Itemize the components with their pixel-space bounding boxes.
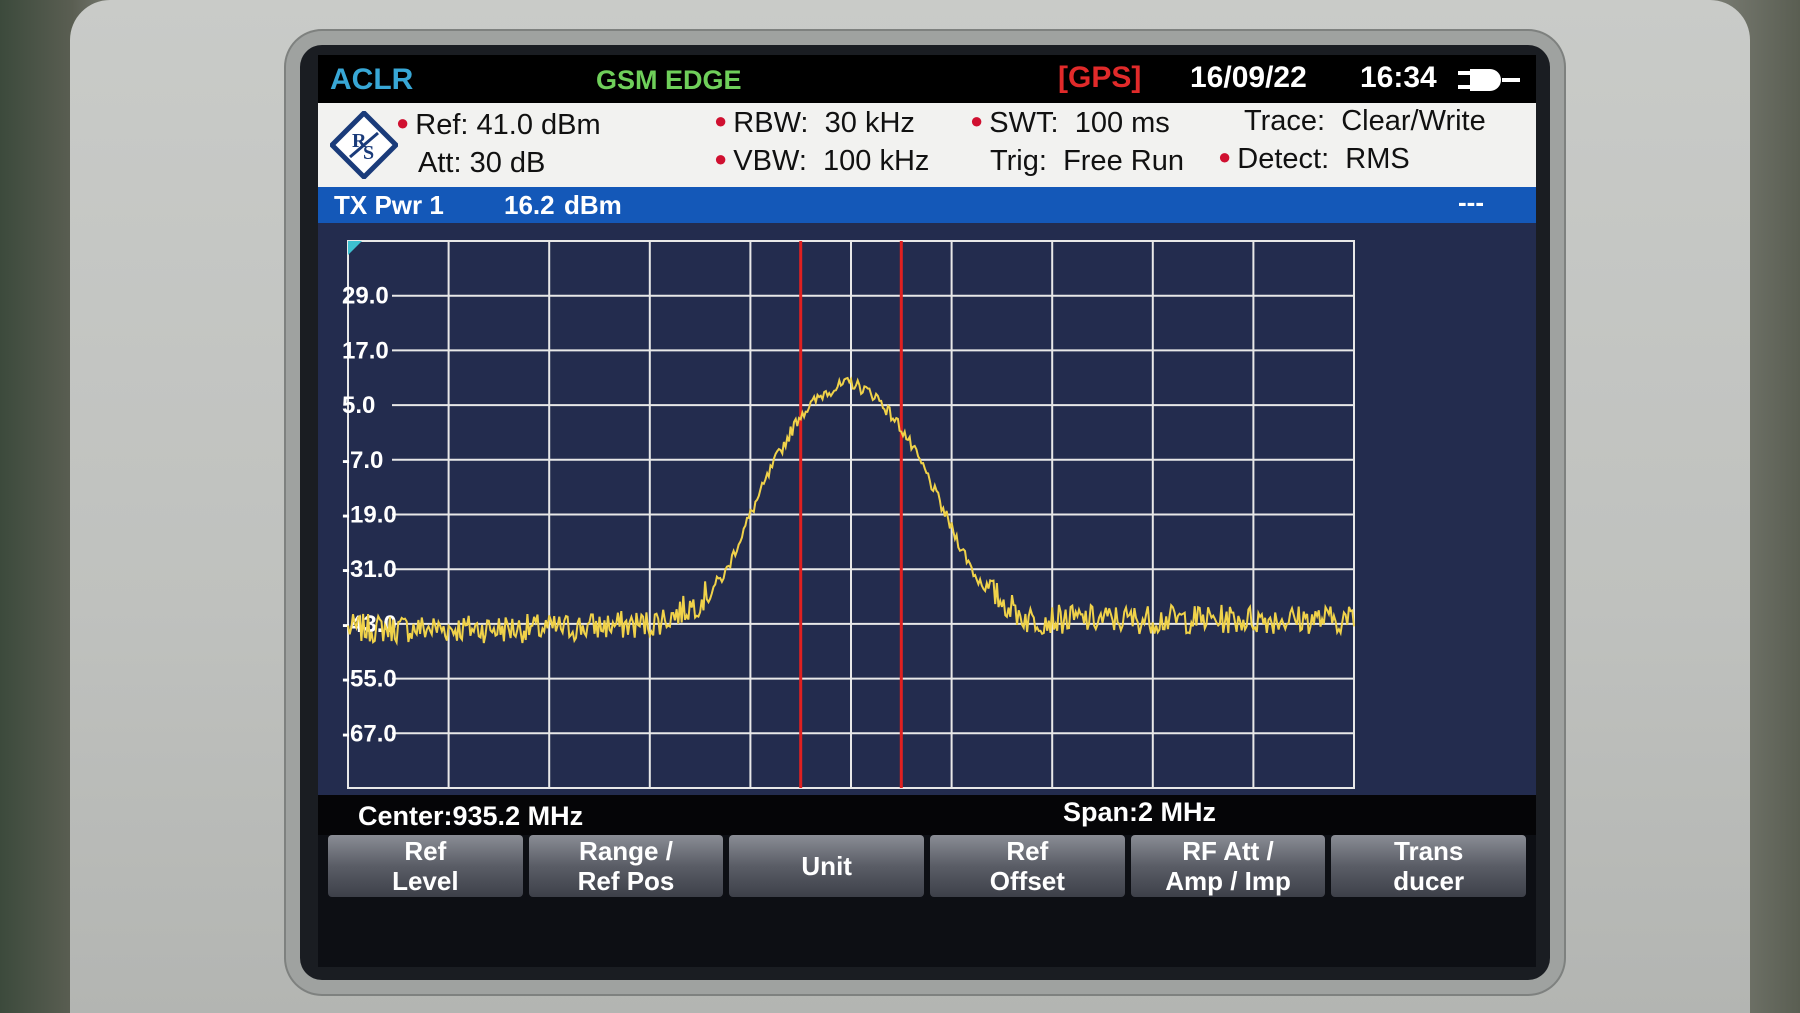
tx-power-value: 16.2 [504, 190, 555, 220]
softkey-label: Trans [1394, 836, 1464, 866]
softkey-label: Unit [801, 851, 852, 881]
trace-label: Trace: [1244, 105, 1326, 137]
ref-level-setting: ● Ref: 41.0 dBm [396, 109, 601, 141]
y-tick-label: -55.0 [342, 666, 397, 693]
y-tick-label: 5.0 [342, 392, 375, 419]
vbw-label: VBW: [733, 145, 807, 177]
softkey-label: Ref [404, 836, 447, 866]
y-tick-label: -7.0 [342, 447, 383, 474]
transducer-softkey[interactable]: Trans ducer [1331, 835, 1527, 897]
trig-label: Trig: [990, 145, 1047, 177]
ref-label: Ref: [415, 109, 469, 141]
swt-label: SWT: [989, 107, 1059, 139]
y-tick-label: -19.0 [342, 502, 397, 529]
y-tick-label: 17.0 [342, 337, 389, 364]
rbw-setting: ● RBW: 30 kHz [714, 107, 915, 139]
att-value: 30 dB [469, 147, 546, 179]
detector-setting: ● Detect: RMS [1218, 143, 1410, 175]
tx-extra-readout: --- [1458, 187, 1484, 217]
gps-indicator: [GPS] [1058, 61, 1142, 94]
screen-bottom-edge [318, 897, 1536, 967]
rbw-value: 30 kHz [824, 107, 915, 139]
trace-setting: Trace: Clear/Write [1244, 105, 1486, 138]
ref-level-marker-icon [348, 241, 362, 255]
tx-power-label: TX Pwr 1 [334, 190, 444, 220]
detect-value: RMS [1345, 143, 1410, 175]
rf-att-amp-imp-softkey[interactable]: RF Att / Amp / Imp [1130, 835, 1326, 897]
attenuation-setting: Att: 30 dB [418, 147, 545, 180]
trig-value: Free Run [1063, 145, 1184, 177]
standard-label: GSM EDGE [596, 65, 742, 95]
softkey-label: Range / [579, 836, 673, 866]
swt-value: 100 ms [1074, 107, 1170, 139]
status-bar: ACLR GSM EDGE [GPS] 16/09/22 16:34 [318, 55, 1536, 103]
tx-power-bar: TX Pwr 1 16.2 dBm --- [318, 187, 1536, 223]
softkey-label: Offset [989, 866, 1065, 896]
time-readout: 16:34 [1360, 61, 1437, 94]
y-tick-label: 29.0 [342, 283, 389, 310]
rbw-label: RBW: [733, 107, 809, 139]
tx-power-unit: dBm [564, 190, 622, 220]
unit-softkey[interactable]: Unit [729, 835, 925, 897]
rs-logo-icon: R S [330, 111, 398, 179]
vbw-value: 100 kHz [823, 145, 930, 177]
vbw-setting: ● VBW: 100 kHz [714, 145, 930, 177]
settings-panel: R S ● Ref: 41.0 dBm Att: 30 dB ● RBW: 30 k… [318, 103, 1536, 187]
ref-offset-softkey[interactable]: Ref Offset [930, 835, 1125, 897]
span-readout: Span:2 MHz [1063, 797, 1217, 827]
measurement-mode: ACLR [330, 63, 414, 96]
sweep-time-setting: ● SWT: 100 ms [970, 107, 1170, 139]
frequency-footer: Center:935.2 MHz Span:2 MHz [318, 795, 1536, 835]
softkey-bar: Ref Level Range / Ref Pos Unit Ref Offset R… [328, 835, 1527, 897]
y-tick-label: -31.0 [342, 556, 397, 583]
analyzer-screen: ACLR GSM EDGE [GPS] 16/09/22 16:34 R S ●… [318, 55, 1536, 967]
date-readout: 16/09/22 [1190, 61, 1307, 94]
softkey-label: Ref Pos [577, 866, 675, 896]
range-ref-pos-softkey[interactable]: Range / Ref Pos [528, 835, 724, 897]
ref-level-softkey[interactable]: Ref Level [328, 835, 523, 897]
spectrum-plot[interactable]: 29.017.05.0-7.0-19.0-31.0-43.0-55.0-67.0 [318, 223, 1536, 795]
y-tick-label: -67.0 [342, 720, 397, 747]
trigger-setting: Trig: Free Run [990, 145, 1184, 178]
softkey-label: ducer [1393, 866, 1465, 896]
center-frequency: Center:935.2 MHz [358, 801, 584, 831]
trace-value: Clear/Write [1341, 105, 1486, 137]
att-label: Att: [418, 147, 462, 179]
softkey-label: Level [392, 866, 459, 896]
softkey-label: Ref [1006, 836, 1049, 866]
power-plug-icon [1458, 69, 1520, 91]
detect-label: Detect: [1237, 143, 1330, 175]
softkey-label: RF Att / [1182, 836, 1274, 866]
softkey-label: Amp / Imp [1165, 866, 1291, 896]
ref-value: 41.0 dBm [476, 109, 601, 141]
